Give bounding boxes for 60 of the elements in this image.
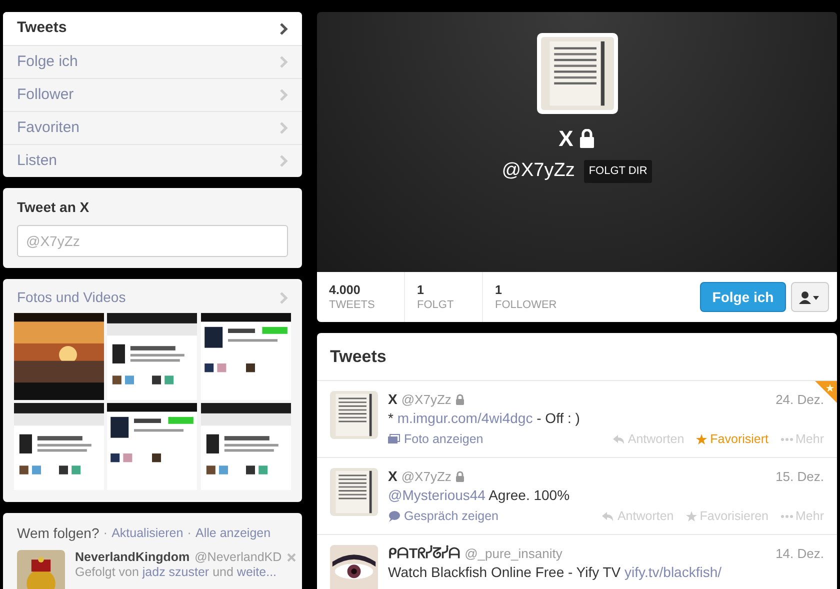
more-link[interactable]: weite...: [236, 565, 277, 579]
user-actions-button[interactable]: [791, 282, 829, 312]
author-handle: @_pure_insanity: [464, 545, 562, 562]
author-handle: @X7yZz: [401, 468, 452, 485]
stat-link[interactable]: 4.000 TWEETS: [317, 272, 404, 322]
expand-link[interactable]: Gespräch zeigen: [388, 507, 499, 526]
follow-button[interactable]: Folge ich: [700, 282, 786, 312]
chevron-icon: [280, 155, 288, 167]
nav-item[interactable]: Folge ich: [3, 45, 302, 78]
suggestions-title: Wem folgen?: [17, 525, 100, 541]
person-icon: [799, 290, 821, 304]
timeline-title: Tweets: [317, 333, 837, 381]
tweet-text: * m.imgur.com/4wi4dgc - Off : ): [388, 409, 581, 428]
nav-item[interactable]: Tweets: [3, 12, 302, 45]
suggestion-handle: @NeverlandKD: [194, 550, 282, 565]
speech-bubble-icon: [388, 510, 400, 522]
author-name[interactable]: X: [388, 391, 398, 408]
star-icon: [686, 510, 697, 522]
star-icon: [696, 434, 708, 445]
media-title-link[interactable]: Fotos und Videos: [17, 287, 126, 308]
nav-item[interactable]: Favoriten: [3, 111, 302, 144]
nav-item[interactable]: Follower: [3, 78, 302, 111]
stat-link[interactable]: 1 FOLGT: [404, 272, 482, 322]
chevron-icon: [280, 22, 288, 34]
tweet-date: 14. Dez.: [776, 545, 824, 562]
friend-link[interactable]: jadz szuster: [142, 565, 210, 579]
profile-name: X: [558, 125, 574, 153]
nav-item[interactable]: Listen: [3, 144, 302, 177]
chevron-icon: [280, 89, 288, 101]
separator-dot: ·: [187, 525, 192, 541]
followed-by-text: Gefolgt von jadz szuster und weite...: [75, 565, 278, 580]
tweet-text: @Mysterious44 Agree. 100%: [388, 486, 571, 505]
expand-link[interactable]: Foto anzeigen: [388, 430, 484, 449]
tweet-text: Watch Blackfish Online Free - Yify TV yify.tv/blackfish/: [388, 563, 723, 582]
photo-icon: [388, 434, 400, 444]
separator-dot: ·: [103, 525, 108, 541]
favorite-link[interactable]: Favorisiert: [696, 430, 769, 449]
tweet-link[interactable]: m.imgur.com/4wi4dgc: [397, 410, 533, 426]
author-name[interactable]: ᑭᗩTᖇᓰᘔᓰᗩ: [388, 545, 461, 562]
tweet-date: 15. Dez.: [776, 468, 824, 485]
reply-arrow-icon: [602, 512, 614, 521]
stat-link[interactable]: 1 FOLLOWER: [482, 272, 592, 322]
chevron-icon: [280, 122, 288, 134]
tweet-box-title: Tweet an X: [17, 198, 90, 217]
tweet-date: 24. Dez.: [776, 391, 824, 408]
tweet-link[interactable]: yify.tv/blackfish/: [624, 564, 722, 580]
chevron-icon: [280, 56, 288, 68]
dots-icon: [780, 514, 793, 518]
suggestion-link[interactable]: Aktualisieren: [112, 525, 184, 541]
suggestion-link[interactable]: Alle anzeigen: [196, 525, 271, 541]
dots-icon: [780, 438, 793, 441]
chevron-icon: [280, 292, 288, 304]
reply-arrow-icon: [612, 434, 625, 444]
author-handle: @X7yZz: [401, 391, 452, 408]
profile-handle: @X7yZz: [502, 159, 575, 183]
tweet-link[interactable]: @Mysterious44: [388, 487, 486, 503]
follows-you-badge: FOLGT DIR: [584, 160, 652, 182]
tweet-input[interactable]: @X7yZz: [17, 225, 288, 257]
author-name[interactable]: X: [388, 468, 398, 485]
suggestion-name[interactable]: NeverlandKingdom: [75, 550, 190, 565]
